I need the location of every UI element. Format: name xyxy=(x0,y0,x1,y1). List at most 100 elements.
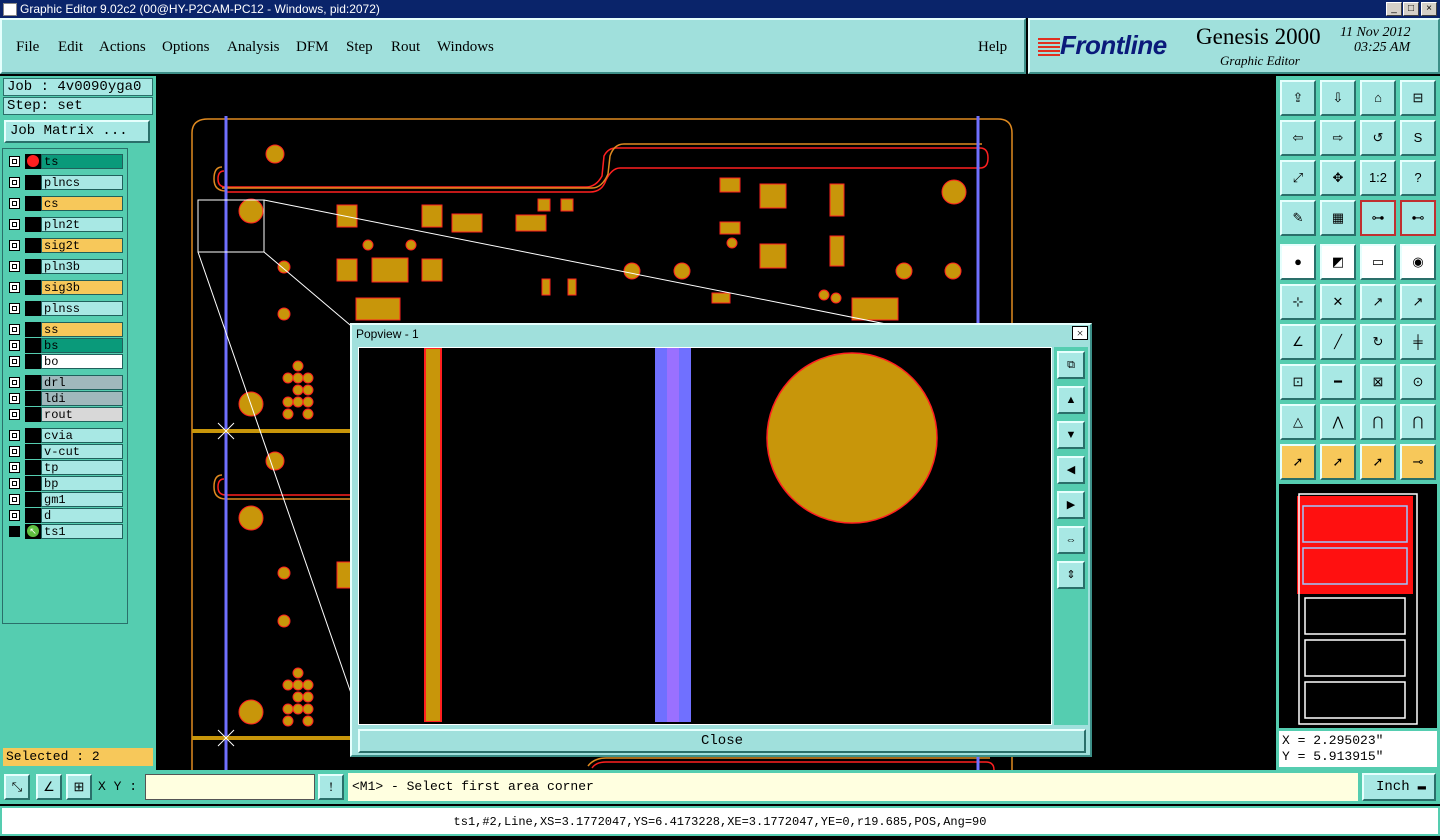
popview-close-icon[interactable]: × xyxy=(1072,326,1088,340)
menu-rout[interactable]: Rout xyxy=(391,39,420,56)
path-icon[interactable]: ⊸ xyxy=(1400,444,1436,480)
arrow-icon[interactable]: ➚ xyxy=(1280,444,1316,480)
cross-icon[interactable]: ✕ xyxy=(1320,284,1356,320)
line-icon[interactable]: ━ xyxy=(1320,364,1356,400)
layer-row-bs[interactable]: bs xyxy=(5,338,127,353)
curve-icon[interactable]: ↻ xyxy=(1360,324,1396,360)
layer-checkbox[interactable] xyxy=(9,446,20,457)
layer-row-plncs[interactable]: plncs xyxy=(5,175,127,190)
pan-right-icon[interactable]: ⇨ xyxy=(1320,120,1356,156)
grid-icon[interactable]: ▦ xyxy=(1320,200,1356,236)
layer-row-v-cut[interactable]: v-cut xyxy=(5,444,127,459)
popview-canvas[interactable] xyxy=(358,347,1052,725)
net-icon[interactable]: ⊷ xyxy=(1400,200,1436,236)
angle-icon[interactable]: ∠ xyxy=(1280,324,1316,360)
layer-checkbox[interactable] xyxy=(9,282,20,293)
layer-name[interactable]: ss xyxy=(41,322,123,337)
layer-checkbox[interactable] xyxy=(9,303,20,314)
ruler-icon[interactable]: ▭ xyxy=(1360,244,1396,280)
layer-name[interactable]: rout xyxy=(41,407,123,422)
layer-name[interactable]: plncs xyxy=(41,175,123,190)
layer-checkbox[interactable] xyxy=(9,462,20,473)
window-title-bar[interactable]: Graphic Editor 9.02c2 (00@HY-P2CAM-PC12 … xyxy=(0,0,1440,18)
layer-row-ldi[interactable]: ldi xyxy=(5,391,127,406)
step-icon[interactable]: ╪ xyxy=(1400,324,1436,360)
popview-zoom-icon[interactable]: ⧉ xyxy=(1057,351,1085,379)
pan-left-icon[interactable]: ⇦ xyxy=(1280,120,1316,156)
popview-fit-icon[interactable]: ⇔ xyxy=(1057,526,1085,554)
layer-row-ts[interactable]: ts xyxy=(5,154,127,169)
layer-row-cvia[interactable]: cvia xyxy=(5,428,127,443)
xy-input[interactable] xyxy=(145,774,315,800)
pan-icon[interactable]: ⇩ xyxy=(1320,80,1356,116)
job-matrix-button[interactable]: Job Matrix ... xyxy=(4,120,150,143)
layer-row-plnss[interactable]: plnss xyxy=(5,301,127,316)
layer-row-sig2t[interactable]: sig2t xyxy=(5,238,127,253)
select-pad-icon[interactable]: ● xyxy=(1280,244,1316,280)
layer-name[interactable]: cvia xyxy=(41,428,123,443)
popview-up-icon[interactable]: ▲ xyxy=(1057,386,1085,414)
layer-row-ts1[interactable]: ↖ ts1 xyxy=(5,524,127,539)
slash-icon[interactable]: ╱ xyxy=(1320,324,1356,360)
node-icon[interactable]: ⊹ xyxy=(1280,284,1316,320)
layer-row-gm1[interactable]: gm1 xyxy=(5,492,127,507)
layer-checkbox[interactable] xyxy=(9,430,20,441)
layer-checkbox[interactable] xyxy=(9,356,20,367)
menu-windows[interactable]: Windows xyxy=(437,39,494,56)
query-icon[interactable]: ? xyxy=(1400,160,1436,196)
layer-name[interactable]: bp xyxy=(41,476,123,491)
shape-icon[interactable]: ⊙ xyxy=(1400,364,1436,400)
units-select[interactable]: Inch ▬ xyxy=(1362,773,1436,801)
arrow-box-icon[interactable]: ➚ xyxy=(1320,444,1356,480)
layer-name[interactable]: ts1 xyxy=(41,524,123,539)
angle-snap-icon[interactable]: ∠ xyxy=(36,774,62,800)
snap-icon[interactable]: ⤡ xyxy=(4,774,30,800)
center-icon[interactable]: ✥ xyxy=(1320,160,1356,196)
tri-icon[interactable]: △ xyxy=(1280,404,1316,440)
layer-name[interactable]: bs xyxy=(41,338,123,353)
snake-icon[interactable]: S xyxy=(1400,120,1436,156)
layer-checkbox[interactable] xyxy=(9,261,20,272)
layer-name[interactable]: ldi xyxy=(41,391,123,406)
pad-add-icon[interactable]: ⊡ xyxy=(1280,364,1316,400)
dim-icon[interactable]: ⊠ xyxy=(1360,364,1396,400)
layer-row-bo[interactable]: bo xyxy=(5,354,127,369)
menu-edit[interactable]: Edit xyxy=(58,39,83,56)
circle-icon[interactable]: ◉ xyxy=(1400,244,1436,280)
layer-checkbox[interactable] xyxy=(9,340,20,351)
layer-row-drl[interactable]: drl xyxy=(5,375,127,390)
layer-checkbox[interactable] xyxy=(9,526,20,537)
fit-icon[interactable]: ⤢ xyxy=(1280,160,1316,196)
layer-row-d[interactable]: d xyxy=(5,508,127,523)
layer-row-rout[interactable]: rout xyxy=(5,407,127,422)
layer-checkbox[interactable] xyxy=(9,393,20,404)
layer-checkbox[interactable] xyxy=(9,219,20,230)
zoom-home-icon[interactable]: ⇪ xyxy=(1280,80,1316,116)
layer-name[interactable]: gm1 xyxy=(41,492,123,507)
split-arc-icon[interactable]: ↗ xyxy=(1400,284,1436,320)
layer-name[interactable]: sig2t xyxy=(41,238,123,253)
measure-icon[interactable]: ✎ xyxy=(1280,200,1316,236)
layer-checkbox[interactable] xyxy=(9,240,20,251)
layer-row-ss[interactable]: ss xyxy=(5,322,127,337)
popview-center-icon[interactable]: ⇕ xyxy=(1057,561,1085,589)
arch2-icon[interactable]: ⋂ xyxy=(1400,404,1436,440)
layer-name[interactable]: ts xyxy=(41,154,123,169)
popview-down-icon[interactable]: ▼ xyxy=(1057,421,1085,449)
layer-row-sig3b[interactable]: sig3b xyxy=(5,280,127,295)
layer-checkbox[interactable] xyxy=(9,198,20,209)
layer-checkbox[interactable] xyxy=(9,494,20,505)
menu-step[interactable]: Step xyxy=(346,39,373,56)
layer-name[interactable]: v-cut xyxy=(41,444,123,459)
rotate-icon[interactable]: ↺ xyxy=(1360,120,1396,156)
grid-snap-icon[interactable]: ⊞ xyxy=(66,774,92,800)
menu-help[interactable]: Help xyxy=(978,39,1007,56)
arc-icon[interactable]: ↗ xyxy=(1360,284,1396,320)
layer-name[interactable]: bo xyxy=(41,354,123,369)
layer-checkbox[interactable] xyxy=(9,156,20,167)
alert-icon[interactable]: ! xyxy=(318,774,344,800)
connect-icon[interactable]: ⊶ xyxy=(1360,200,1396,236)
arch-icon[interactable]: ⋂ xyxy=(1360,404,1396,440)
step-overview-map[interactable] xyxy=(1279,484,1437,728)
menu-options[interactable]: Options xyxy=(162,39,210,56)
